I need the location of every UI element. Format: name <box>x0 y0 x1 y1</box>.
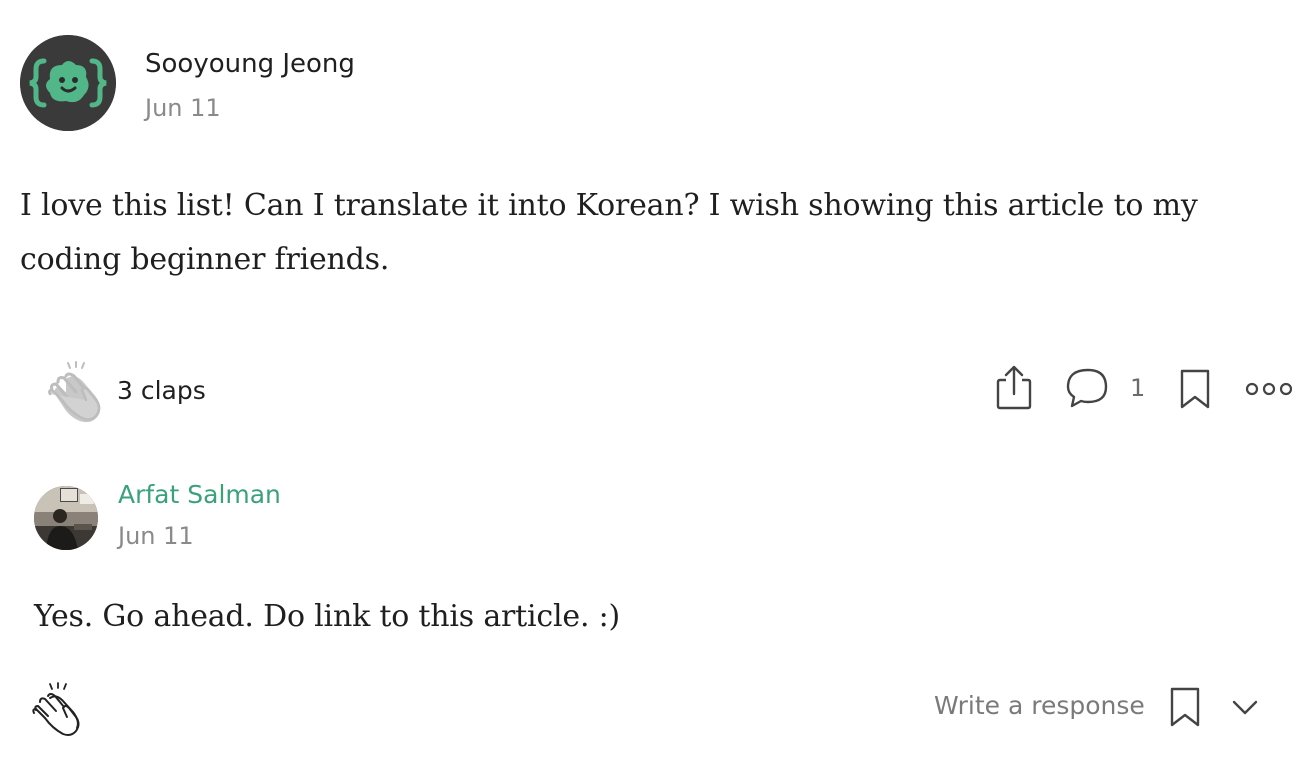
reply-body: Yes. Go ahead. Do link to this article. … <box>34 599 621 634</box>
claps-count[interactable]: 3 claps <box>117 374 206 408</box>
reply-author-name[interactable]: Arfat Salman <box>118 478 281 512</box>
bookmark-icon <box>1170 687 1200 727</box>
clap-button[interactable] <box>44 360 110 426</box>
more-options-button[interactable] <box>1244 378 1294 400</box>
person-photo-icon <box>34 486 98 550</box>
comment-icon <box>1066 368 1108 408</box>
logo-avatar-icon <box>20 35 116 131</box>
post-date[interactable]: Jun 11 <box>145 92 221 124</box>
share-icon <box>996 365 1032 410</box>
author-avatar[interactable] <box>20 35 116 131</box>
comment-button[interactable] <box>1064 366 1112 410</box>
chevron-down-icon <box>1232 700 1258 715</box>
comment-count[interactable]: 1 <box>1130 372 1145 404</box>
reply-bookmark-button[interactable] <box>1168 686 1202 728</box>
write-response-link[interactable]: Write a response <box>934 689 1145 723</box>
clap-icon <box>48 361 101 423</box>
expand-button[interactable] <box>1228 692 1262 722</box>
reply-date[interactable]: Jun 11 <box>118 520 194 552</box>
reply-author-avatar[interactable] <box>34 486 98 550</box>
response-body: I love this list! Can I translate it int… <box>20 188 1198 277</box>
bookmark-button[interactable] <box>1178 368 1212 410</box>
share-button[interactable] <box>994 364 1034 410</box>
more-options-icon <box>1245 382 1293 396</box>
clap-icon <box>32 682 80 736</box>
bookmark-icon <box>1180 369 1210 409</box>
reply-clap-button[interactable] <box>30 682 88 740</box>
author-name[interactable]: Sooyoung Jeong <box>145 47 355 81</box>
